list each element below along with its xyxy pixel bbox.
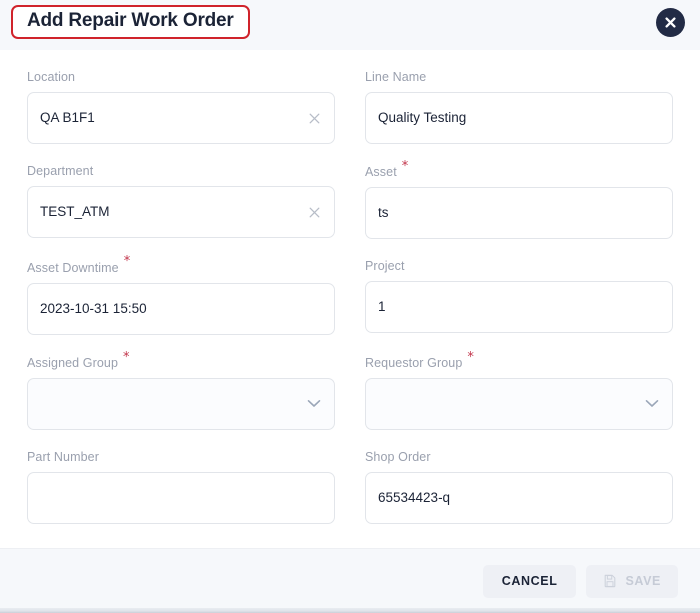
required-marker: * (123, 254, 131, 270)
close-icon (665, 17, 676, 28)
shop-order-value: 65534423-q (378, 489, 451, 505)
field-shop-order: Shop Order 65534423-q (365, 448, 673, 524)
field-project: Project 1 (365, 257, 673, 334)
location-value: QA B1F1 (40, 110, 95, 125)
close-button[interactable] (656, 8, 685, 37)
clear-x-icon[interactable] (306, 204, 322, 220)
field-label-department: Department (27, 164, 94, 178)
dialog-header: Add Repair Work Order (0, 0, 700, 50)
location-input[interactable]: QA B1F1 (27, 92, 335, 144)
line-name-input[interactable]: Quality Testing (365, 92, 673, 144)
field-label-project: Project (365, 259, 405, 274)
add-repair-work-order-dialog: Add Repair Work Order Location QA B1F1 L… (0, 0, 700, 613)
shop-order-input[interactable]: 65534423-q (365, 471, 673, 524)
save-floppy-icon (603, 574, 617, 588)
field-label-asset: Asset (365, 165, 397, 180)
field-label-assigned-group: Assigned Group (27, 355, 119, 370)
save-button-label: SAVE (625, 574, 661, 588)
field-department: Department TEST_ATM (27, 162, 335, 239)
asset-downtime-input[interactable]: 2023-10-31 15:50 (27, 282, 335, 335)
chevron-down-icon[interactable] (306, 396, 322, 412)
field-label-requestor-group: Requestor Group (365, 355, 463, 370)
part-number-input[interactable] (27, 471, 335, 524)
requestor-group-select[interactable] (365, 377, 673, 430)
department-input[interactable]: TEST_ATM (27, 186, 335, 238)
page-title: Add Repair Work Order (27, 10, 234, 31)
field-label-location: Location (27, 70, 76, 84)
asset-value: ts (378, 205, 389, 221)
assigned-group-select[interactable] (27, 377, 335, 430)
project-input[interactable]: 1 (365, 281, 673, 334)
project-value: 1 (378, 299, 386, 315)
field-label-part-number: Part Number (27, 449, 99, 464)
required-marker: * (401, 159, 409, 174)
asset-downtime-value: 2023-10-31 15:50 (40, 300, 147, 316)
field-asset: Asset * ts (365, 159, 673, 240)
dialog-footer: CANCEL SAVE (0, 548, 700, 613)
field-line-name: Line Name Quality Testing (365, 68, 673, 144)
chevron-down-icon[interactable] (644, 396, 660, 412)
form-grid: Location QA B1F1 Line Name Quality Testi… (27, 68, 673, 542)
field-location: Location QA B1F1 (27, 68, 335, 144)
save-button[interactable]: SAVE (586, 564, 678, 598)
field-label-line-name: Line Name (365, 70, 427, 84)
clear-x-icon[interactable] (306, 110, 322, 126)
required-marker: * (123, 349, 130, 365)
page-title-highlight-box: Add Repair Work Order (11, 5, 250, 39)
department-value: TEST_ATM (40, 204, 110, 219)
window-bottom-edge (0, 608, 700, 613)
cancel-button[interactable]: CANCEL (482, 564, 577, 598)
asset-input[interactable]: ts (365, 187, 673, 240)
required-marker: * (467, 349, 474, 365)
dialog-body: Location QA B1F1 Line Name Quality Testi… (0, 50, 700, 548)
field-asset-downtime: Asset Downtime * 2023-10-31 15:50 (27, 254, 335, 335)
line-name-value: Quality Testing (378, 110, 467, 125)
field-label-shop-order: Shop Order (365, 449, 431, 464)
field-part-number: Part Number (27, 448, 335, 524)
field-assigned-group: Assigned Group * (27, 349, 335, 430)
field-label-asset-downtime: Asset Downtime (27, 260, 119, 275)
field-requestor-group: Requestor Group * (365, 349, 673, 430)
